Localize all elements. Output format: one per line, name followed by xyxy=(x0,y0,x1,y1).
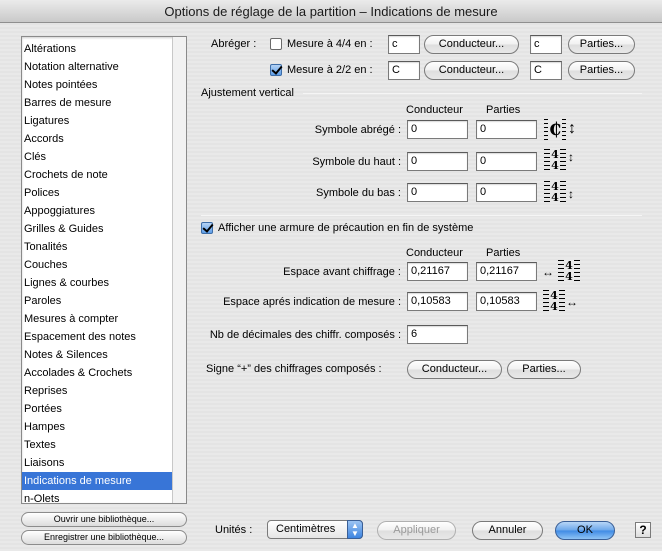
sidebar-item[interactable]: Clés xyxy=(22,148,174,166)
sidebar-item[interactable]: Grilles & Guides xyxy=(22,220,174,238)
abbreviate-22-label: Mesure à 2/2 en : xyxy=(287,64,373,76)
sidebar-item[interactable]: Hampes xyxy=(22,418,174,436)
horizontal-arrow-icon: ↔ xyxy=(542,265,554,279)
abbreviate-44-score-button[interactable]: Conducteur... xyxy=(424,35,519,54)
courtesy-col-parts: Parties xyxy=(486,247,521,259)
plus-sign-label: Signe “+” des chiffrages composés : xyxy=(206,363,382,375)
abbreviate-44-label: Mesure à 4/4 en : xyxy=(287,38,373,50)
list-scrollbar[interactable] xyxy=(172,37,186,503)
time-signature-space-after-icon: 44 xyxy=(543,289,565,313)
sidebar-item[interactable]: Paroles xyxy=(22,292,174,310)
sidebar-item[interactable]: Lignes & courbes xyxy=(22,274,174,292)
abbreviate-22-checkbox[interactable] xyxy=(270,64,282,76)
sidebar-item[interactable]: Tonalités xyxy=(22,238,174,256)
vertical-col-parts: Parties xyxy=(486,104,521,116)
sidebar-item[interactable]: Indications de mesure xyxy=(22,472,174,490)
space-before-score-field[interactable]: 0,21167 xyxy=(407,262,468,281)
sidebar-item[interactable]: Notes & Silences xyxy=(22,346,174,364)
vertical-col-score: Conducteur xyxy=(406,104,463,116)
vertical-section-divider xyxy=(303,93,642,94)
top-symbol-label: Symbole du haut : xyxy=(312,156,401,168)
units-label: Unités : xyxy=(215,524,253,536)
dialog-content: Altérations Notation alternative Notes poi… xyxy=(0,23,662,551)
sidebar-item[interactable]: Notes pointées xyxy=(22,76,174,94)
help-button[interactable]: ? xyxy=(635,522,651,538)
courtesy-col-score: Conducteur xyxy=(406,247,463,259)
horizontal-arrow-icon: ↔ xyxy=(566,295,578,309)
sidebar-item[interactable]: Notation alternative xyxy=(22,58,174,76)
bottom-symbol-label: Symbole du bas : xyxy=(316,187,401,199)
courtesy-label: Afficher une armure de précaution en fin… xyxy=(218,222,474,234)
space-before-label: Espace avant chiffrage : xyxy=(283,266,401,278)
abbreviate-22-score-field[interactable]: C xyxy=(388,61,420,80)
plus-sign-score-button[interactable]: Conducteur... xyxy=(407,360,502,379)
space-before-parts-field[interactable]: 0,21167 xyxy=(476,262,537,281)
time-signature-top-icon: 44 xyxy=(544,148,566,172)
sidebar-item[interactable]: Ligatures xyxy=(22,112,174,130)
abbreviated-symbol-score-field[interactable]: 0 xyxy=(407,120,468,139)
sidebar-item[interactable]: n-Olets xyxy=(22,490,174,503)
open-library-button[interactable]: Ouvrir une bibliothèque... xyxy=(21,512,187,527)
sidebar-item[interactable]: Couches xyxy=(22,256,174,274)
save-library-button[interactable]: Enregistrer une bibliothèque... xyxy=(21,530,187,545)
plus-sign-parts-button[interactable]: Parties... xyxy=(507,360,581,379)
ok-button[interactable]: OK xyxy=(555,521,615,540)
category-list-items: Altérations Notation alternative Notes poi… xyxy=(22,40,174,503)
cancel-button[interactable]: Annuler xyxy=(472,521,543,540)
courtesy-checkbox[interactable] xyxy=(201,222,213,234)
abbreviated-symbol-label: Symbole abrégé : xyxy=(314,124,401,136)
sidebar-item[interactable]: Portées xyxy=(22,400,174,418)
abbreviate-44-score-field[interactable]: c xyxy=(388,35,420,54)
sidebar-item[interactable]: Polices xyxy=(22,184,174,202)
sidebar-item[interactable]: Espacement des notes xyxy=(22,328,174,346)
top-symbol-score-field[interactable]: 0 xyxy=(407,152,468,171)
sidebar-item[interactable]: Appoggiatures xyxy=(22,202,174,220)
time-signature-bottom-icon: 44 xyxy=(544,180,566,204)
abbreviated-symbol-parts-field[interactable]: 0 xyxy=(476,120,537,139)
vertical-arrow-icon: ↕ xyxy=(568,120,576,137)
time-signature-space-before-icon: 44 xyxy=(558,259,580,283)
sidebar-item[interactable]: Mesures à compter xyxy=(22,310,174,328)
sidebar-item[interactable]: Textes xyxy=(22,436,174,454)
abbreviate-44-checkbox[interactable] xyxy=(270,38,282,50)
abbreviate-44-parts-field[interactable]: c xyxy=(530,35,562,54)
abbreviate-44-parts-button[interactable]: Parties... xyxy=(568,35,635,54)
sidebar-item[interactable]: Barres de mesure xyxy=(22,94,174,112)
courtesy-section-divider xyxy=(201,215,642,216)
top-symbol-parts-field[interactable]: 0 xyxy=(476,152,537,171)
decimals-field[interactable]: 6 xyxy=(407,325,468,344)
abbreviate-22-parts-button[interactable]: Parties... xyxy=(568,61,635,80)
category-list[interactable]: Altérations Notation alternative Notes poi… xyxy=(21,36,187,504)
abbreviate-label: Abréger : xyxy=(211,38,257,50)
window-title: Options de réglage de la partition – Ind… xyxy=(0,0,662,23)
sidebar-item[interactable]: Crochets de note xyxy=(22,166,174,184)
sidebar-item[interactable]: Accords xyxy=(22,130,174,148)
space-after-label: Espace aprés indication de mesure : xyxy=(223,296,401,308)
vertical-arrow-icon: ↕ xyxy=(568,150,574,164)
space-after-parts-field[interactable]: 0,10583 xyxy=(476,292,537,311)
bottom-symbol-parts-field[interactable]: 0 xyxy=(476,183,537,202)
units-select[interactable]: Centimètres ▲ ▼ xyxy=(267,520,363,539)
abbreviate-22-score-button[interactable]: Conducteur... xyxy=(424,61,519,80)
units-select-value: Centimètres xyxy=(276,523,336,535)
sidebar-item[interactable]: Liaisons xyxy=(22,454,174,472)
space-after-score-field[interactable]: 0,10583 xyxy=(407,292,468,311)
vertical-section-title: Ajustement vertical xyxy=(201,87,294,99)
vertical-arrow-icon: ↕ xyxy=(568,187,574,201)
bottom-symbol-score-field[interactable]: 0 xyxy=(407,183,468,202)
sidebar-item[interactable]: Accolades & Crochets xyxy=(22,364,174,382)
sidebar-item[interactable]: Reprises xyxy=(22,382,174,400)
apply-button[interactable]: Appliquer xyxy=(377,521,456,540)
chevron-updown-icon: ▲ ▼ xyxy=(347,520,363,539)
sidebar-item[interactable]: Altérations xyxy=(22,40,174,58)
abbreviate-22-parts-field[interactable]: C xyxy=(530,61,562,80)
decimals-label: Nb de décimales des chiffr. composés : xyxy=(209,329,401,341)
cut-time-glyph-icon: ₵ xyxy=(544,119,566,141)
